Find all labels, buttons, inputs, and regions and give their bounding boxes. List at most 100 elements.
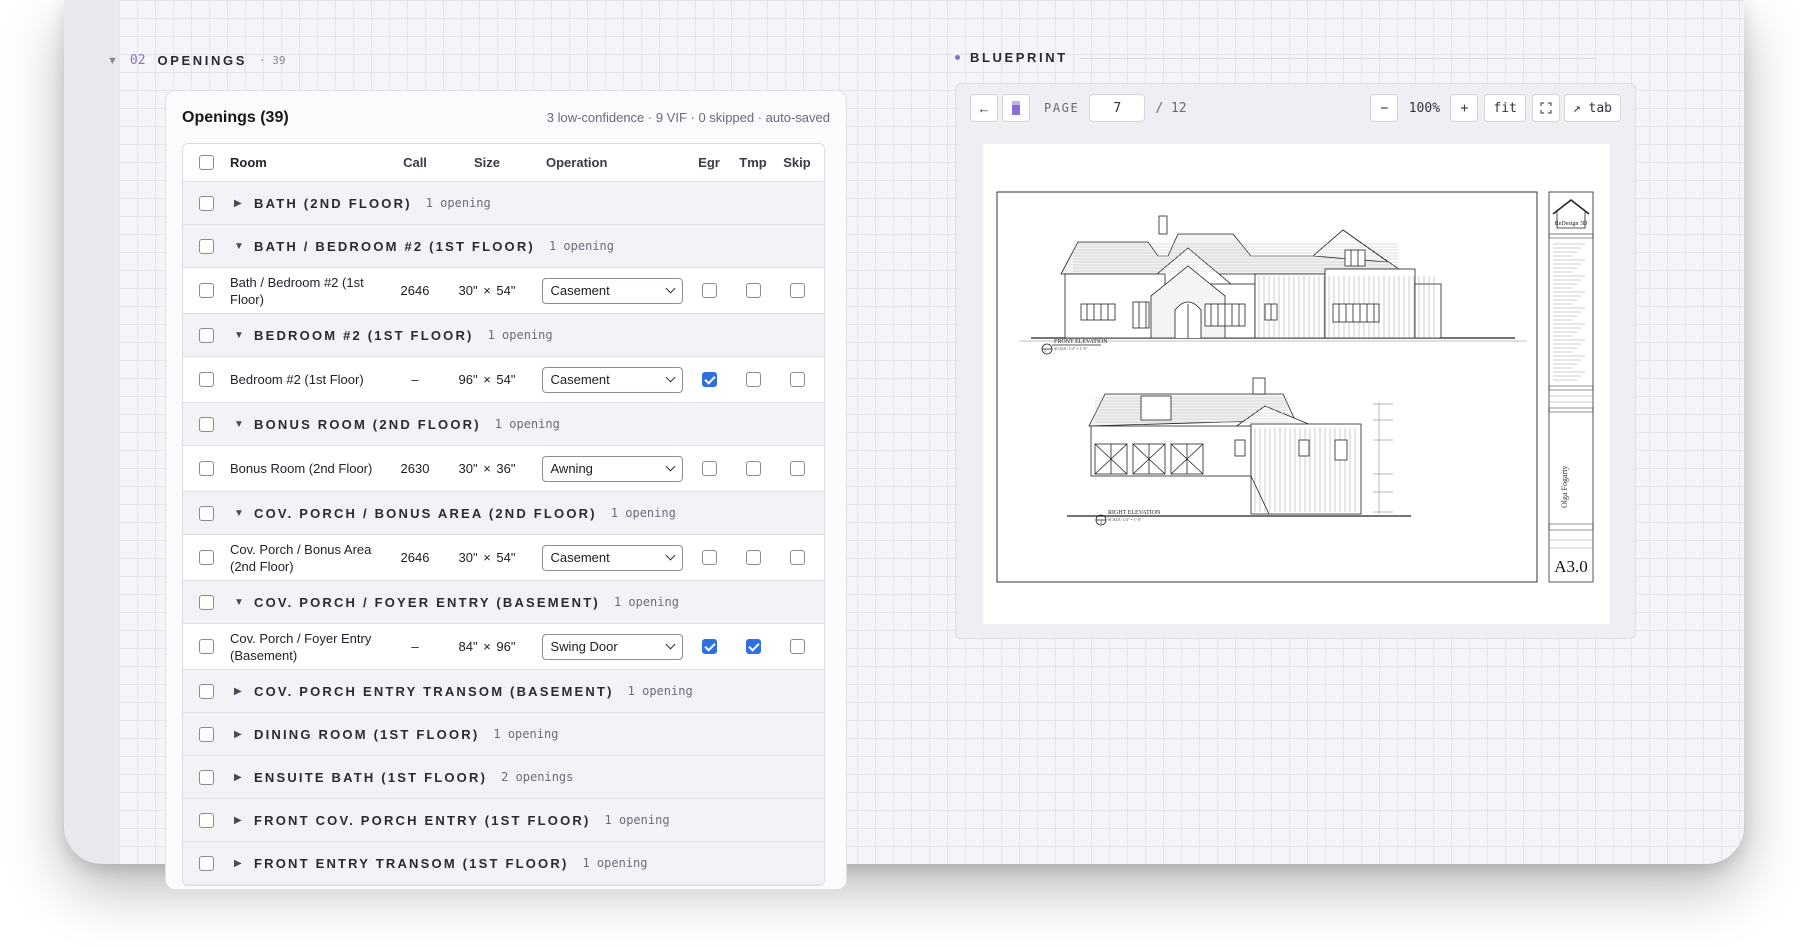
egress-checkbox[interactable] [701, 461, 717, 476]
caret-right-icon[interactable]: ▶ [234, 815, 248, 826]
operation-select[interactable]: Casement [541, 366, 683, 393]
group-count: 1 opening [582, 856, 648, 870]
row-select-checkbox[interactable] [199, 550, 214, 565]
skip-checkbox[interactable] [789, 283, 805, 298]
collapse-triangle-icon[interactable]: ▼ [107, 55, 118, 67]
group-row[interactable]: ▶ DINING ROOM (1ST FLOOR) 1 opening [183, 713, 824, 756]
group-select-checkbox[interactable] [199, 327, 214, 343]
operation-select[interactable]: Casement [541, 544, 683, 571]
skip-checkbox[interactable] [789, 639, 805, 654]
column-header-tempered[interactable]: Tmp [731, 155, 775, 170]
zoom-in-button[interactable]: + [1450, 94, 1479, 122]
group-name: COV. PORCH / BONUS AREA (2ND FLOOR) [254, 505, 597, 521]
openings-section-header[interactable]: ▼ 02 OPENINGS · 39 [107, 53, 285, 68]
tempered-checkbox[interactable] [745, 639, 761, 654]
designer-signature: Olga Fogarty [1560, 466, 1569, 508]
blueprint-title: BLUEPRINT [970, 50, 1068, 65]
size-cell: 30" × 36" [458, 461, 516, 476]
tempered-checkbox[interactable] [745, 372, 761, 387]
group-name: BEDROOM #2 (1ST FLOOR) [254, 327, 474, 343]
caret-right-icon[interactable]: ▶ [234, 686, 248, 697]
group-select-checkbox[interactable] [199, 812, 214, 828]
row-select-checkbox[interactable] [199, 283, 214, 298]
group-count: 2 openings [501, 770, 574, 784]
open-in-tab-button[interactable]: ↗ tab [1563, 94, 1621, 122]
group-select-checkbox[interactable] [199, 238, 214, 254]
column-header-room[interactable]: Room [230, 154, 393, 171]
skip-checkbox[interactable] [789, 372, 805, 387]
chevron-down-icon [665, 283, 675, 294]
chevron-down-icon [665, 550, 675, 561]
blueprint-page[interactable]: ReDesign 3D Olga Fogarty A3.0 1 FRONT EL… [983, 144, 1610, 624]
tempered-checkbox[interactable] [745, 461, 761, 476]
egress-checkbox[interactable] [701, 283, 717, 298]
operation-select[interactable]: Casement [541, 277, 683, 304]
fullscreen-button[interactable] [1531, 94, 1560, 122]
operation-select[interactable]: Swing Door [541, 633, 683, 660]
group-row[interactable]: ▼ BEDROOM #2 (1ST FLOOR) 1 opening [183, 314, 824, 357]
group-select-checkbox[interactable] [199, 594, 214, 610]
column-header-operation[interactable]: Operation [537, 155, 687, 170]
operation-select[interactable]: Awning [541, 455, 683, 482]
caret-right-icon[interactable]: ▶ [234, 729, 248, 740]
egress-checkbox[interactable] [701, 372, 717, 387]
egress-checkbox[interactable] [701, 639, 717, 654]
group-row[interactable]: ▶ COV. PORCH ENTRY TRANSOM (BASEMENT) 1 op… [183, 670, 824, 713]
group-row[interactable]: ▼ COV. PORCH / BONUS AREA (2ND FLOOR) 1 op… [183, 492, 824, 535]
front-elevation-drawing [1019, 215, 1527, 355]
row-select-checkbox[interactable] [199, 639, 214, 654]
size-cell: 30" × 54" [458, 283, 516, 298]
caret-right-icon[interactable]: ▶ [234, 198, 248, 209]
group-select-checkbox[interactable] [199, 683, 214, 699]
row-select-checkbox[interactable] [199, 372, 214, 387]
page-thumbnail-button[interactable] [1002, 94, 1030, 122]
size-cell: 30" × 54" [458, 550, 516, 565]
zoom-out-button[interactable]: − [1370, 94, 1399, 122]
size-cell: 96" × 54" [458, 372, 516, 387]
group-row[interactable]: ▶ FRONT COV. PORCH ENTRY (1ST FLOOR) 1 ope… [183, 799, 824, 842]
caret-right-icon[interactable]: ▶ [234, 858, 248, 869]
group-row[interactable]: ▶ ENSUITE BATH (1ST FLOOR) 2 openings [183, 756, 824, 799]
group-row[interactable]: ▼ BONUS ROOM (2ND FLOOR) 1 opening [183, 403, 824, 446]
openings-table: Room Call Size Operation Egr Tmp Skip ▶ B… [182, 143, 825, 886]
group-row[interactable]: ▶ FRONT ENTRY TRANSOM (1ST FLOOR) 1 openin… [183, 842, 824, 885]
tempered-checkbox[interactable] [745, 550, 761, 565]
group-select-checkbox[interactable] [199, 416, 214, 432]
group-row[interactable]: ▼ COV. PORCH / FOYER ENTRY (BASEMENT) 1 op… [183, 581, 824, 624]
page-total: / 12 [1155, 100, 1187, 116]
column-header-call[interactable]: Call [393, 155, 437, 170]
section-dot-icon [955, 55, 960, 60]
room-cell: Cov. Porch / Bonus Area (2nd Floor) [230, 541, 372, 574]
group-count: 1 opening [548, 239, 614, 253]
column-header-skip[interactable]: Skip [775, 155, 819, 170]
caret-down-icon[interactable]: ▼ [234, 419, 248, 430]
operation-value: Casement [550, 283, 610, 298]
skip-checkbox[interactable] [789, 550, 805, 565]
group-select-checkbox[interactable] [199, 195, 214, 211]
column-header-egress[interactable]: Egr [687, 155, 731, 170]
group-select-checkbox[interactable] [199, 769, 214, 785]
group-select-checkbox[interactable] [199, 855, 214, 871]
group-name: ENSUITE BATH (1ST FLOOR) [254, 769, 488, 785]
fit-button[interactable]: fit [1484, 94, 1526, 122]
section-index: 02 [129, 53, 146, 68]
tempered-checkbox[interactable] [745, 283, 761, 298]
select-all-checkbox[interactable] [199, 155, 214, 170]
caret-down-icon[interactable]: ▼ [234, 508, 248, 519]
caret-down-icon[interactable]: ▼ [234, 241, 248, 252]
group-row[interactable]: ▶ BATH (2ND FLOOR) 1 opening [183, 182, 824, 225]
caret-down-icon[interactable]: ▼ [234, 330, 248, 341]
group-select-checkbox[interactable] [199, 505, 214, 521]
openings-panel: Openings (39) 3 low-confidence · 9 VIF ·… [165, 90, 847, 890]
skip-checkbox[interactable] [789, 461, 805, 476]
group-select-checkbox[interactable] [199, 726, 214, 742]
caret-right-icon[interactable]: ▶ [234, 772, 248, 783]
prev-page-button[interactable]: ← [970, 94, 998, 122]
group-row[interactable]: ▼ BATH / BEDROOM #2 (1ST FLOOR) 1 opening [183, 225, 824, 268]
egress-checkbox[interactable] [701, 550, 717, 565]
page-number-input[interactable]: 7 [1089, 94, 1146, 122]
column-header-size[interactable]: Size [437, 155, 537, 170]
panel-title: Openings (39) [182, 109, 289, 126]
caret-down-icon[interactable]: ▼ [234, 597, 248, 608]
row-select-checkbox[interactable] [199, 461, 214, 476]
